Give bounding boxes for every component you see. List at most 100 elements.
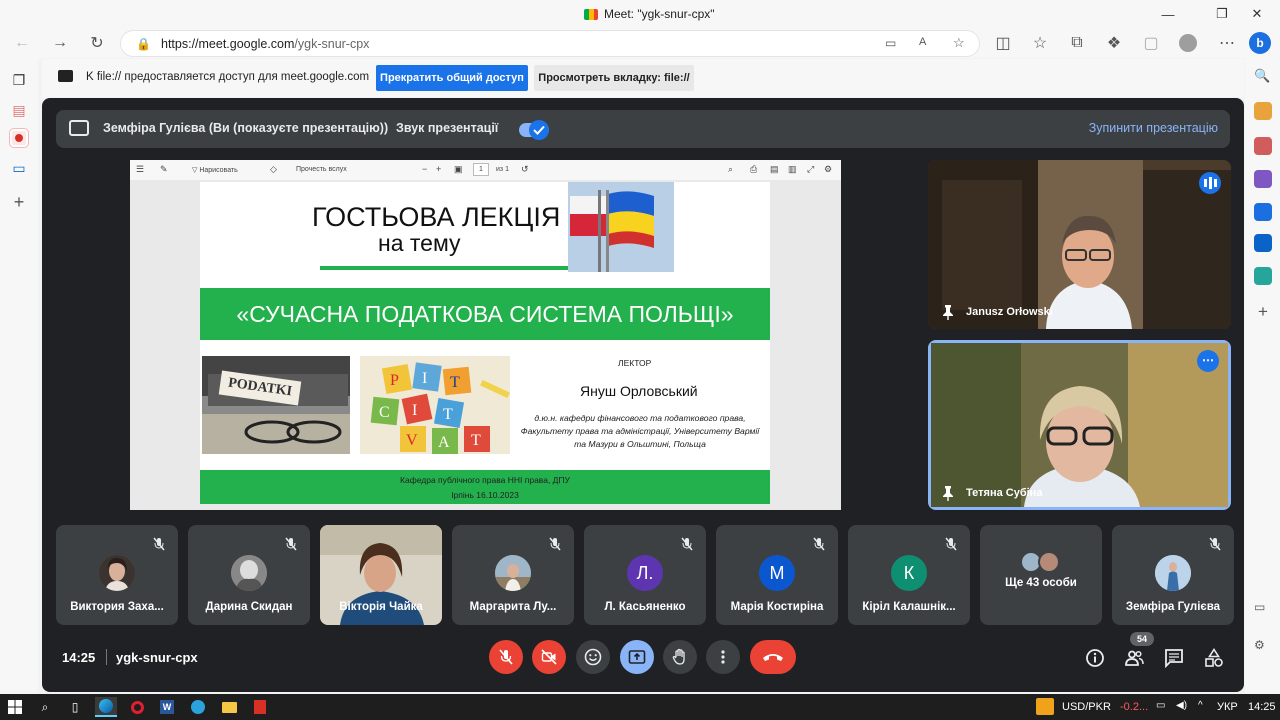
hang-up-icon <box>763 654 783 661</box>
start-windows-icon[interactable] <box>4 697 26 717</box>
share-notification-bar: K file:// предоставляется доступ для mee… <box>42 59 1244 97</box>
people-icon[interactable] <box>1124 648 1144 668</box>
speaker-tile[interactable]: ⋯ Тетяна Субіна <box>928 340 1231 510</box>
sidebar-settings-icon[interactable]: ⚙ <box>1254 638 1272 656</box>
participant-avatar <box>1155 555 1191 591</box>
view-tab-button[interactable]: Просмотреть вкладку: file:// <box>534 65 694 91</box>
stop-presentation-button[interactable]: Зупинити презентацію <box>1089 121 1218 135</box>
word-taskbar-icon[interactable]: W <box>156 697 178 717</box>
back-button[interactable]: ← <box>9 31 35 55</box>
extensions-icon[interactable]: ❖ <box>1101 31 1127 55</box>
reload-button[interactable]: ↻ <box>84 31 110 55</box>
tab-actions-icon[interactable]: ❐ <box>9 70 29 90</box>
raise-hand-button[interactable] <box>663 640 697 674</box>
participant-tile[interactable]: Л. Л. Касьяненко <box>584 525 706 625</box>
eraser-icon[interactable]: ◇ <box>270 164 277 175</box>
more-menu-icon[interactable]: ⋯ <box>1214 31 1240 55</box>
meet-tab-icon[interactable]: ▭ <box>9 158 29 178</box>
close-window-button[interactable]: ✕ <box>1234 0 1280 28</box>
screenshot-icon[interactable]: ▢ <box>1138 31 1164 55</box>
favorites-icon[interactable]: ☆ <box>1027 31 1053 55</box>
print-icon[interactable]: ⎙ <box>750 164 757 175</box>
activities-icon[interactable] <box>1204 648 1224 668</box>
outlook-icon[interactable] <box>1254 234 1272 252</box>
participant-tile[interactable]: Маргарита Лу... <box>452 525 574 625</box>
lock-icon[interactable]: 🔒 <box>136 37 151 51</box>
microsoft365-icon[interactable] <box>1254 203 1272 221</box>
telegram-taskbar-icon[interactable] <box>187 697 209 717</box>
reactions-button[interactable] <box>576 640 610 674</box>
save-icon[interactable]: ▤ <box>770 164 779 175</box>
more-options-icon[interactable]: ⋯ <box>1197 350 1219 372</box>
more-options-button[interactable] <box>706 640 740 674</box>
pin-icon[interactable] <box>940 485 956 501</box>
pdf-taskbar-icon[interactable] <box>249 697 271 717</box>
new-tab-plus-icon[interactable]: + <box>9 192 29 212</box>
taskbar-clock[interactable]: 14:25 <box>1248 701 1276 713</box>
highlight-icon[interactable]: ✎ <box>160 164 168 175</box>
address-bar[interactable]: 🔒 https://meet.google.com/ygk-snur-cpx ▭… <box>120 30 980 57</box>
podatki-image: PODATKI <box>202 356 350 454</box>
toggle-check-icon[interactable] <box>529 120 549 140</box>
edge-taskbar-icon[interactable] <box>95 697 117 717</box>
input-language[interactable]: УКР <box>1217 701 1238 713</box>
page-number-input[interactable]: 1 <box>473 163 489 176</box>
leave-call-button[interactable] <box>750 640 796 674</box>
participant-tile[interactable]: М Марія Костиріна <box>716 525 838 625</box>
recording-tab-icon[interactable] <box>9 128 29 148</box>
participant-tile[interactable]: Дарина Скидан <box>188 525 310 625</box>
pdf-search-icon[interactable]: ⌕ <box>728 164 733 175</box>
draw-button[interactable]: ▽ Нарисовать <box>192 166 238 174</box>
participant-tile[interactable]: К Кіріл Калашнік... <box>848 525 970 625</box>
rotate-icon[interactable]: ↺ <box>521 164 529 175</box>
shopping-icon[interactable] <box>1254 102 1272 120</box>
read-aloud-button[interactable]: Прочесть вслух <box>296 166 347 173</box>
add-sidebar-app-icon[interactable]: + <box>1254 303 1272 321</box>
sidebar-toggle-icon[interactable]: ▭ <box>1254 600 1272 618</box>
participant-tile[interactable]: Земфіра Гулієва <box>1112 525 1234 625</box>
games-icon[interactable] <box>1254 170 1272 188</box>
tray-chevron-icon[interactable]: ^ <box>1198 700 1203 711</box>
opera-taskbar-icon[interactable] <box>126 697 148 717</box>
meeting-details-icon[interactable] <box>1085 648 1105 668</box>
mic-toggle-button[interactable] <box>489 640 523 674</box>
save-as-icon[interactable]: ▥ <box>788 164 797 175</box>
chat-icon[interactable] <box>1164 648 1184 668</box>
read-aloud-icon[interactable]: A <box>919 36 926 48</box>
zoom-in-icon[interactable]: + <box>436 164 441 174</box>
contents-icon[interactable]: ☰ <box>136 164 144 175</box>
profile-avatar[interactable] <box>1175 31 1201 55</box>
volume-icon[interactable]: ◀) <box>1176 700 1187 711</box>
more-participants-tile[interactable]: Ще 43 особи <box>980 525 1102 625</box>
bing-copilot-icon[interactable]: b <box>1247 31 1273 55</box>
collections-icon[interactable]: ⧉ <box>1064 31 1090 55</box>
search-icon[interactable]: 🔍 <box>1254 68 1272 86</box>
participant-tile[interactable]: Вікторія Чайка <box>320 525 442 625</box>
split-screen-icon[interactable]: ◫ <box>990 31 1016 55</box>
favorite-star-icon[interactable]: ☆ <box>953 35 965 51</box>
taskbar-search-icon[interactable]: ⌕ <box>34 697 56 717</box>
pdf-settings-icon[interactable]: ⚙ <box>824 164 832 175</box>
pdf-tab-icon[interactable]: ▤ <box>9 100 29 120</box>
stop-sharing-button[interactable]: Прекратить общий доступ <box>376 65 528 91</box>
drop-icon[interactable] <box>1254 267 1272 285</box>
file-explorer-taskbar-icon[interactable] <box>218 697 240 717</box>
task-view-icon[interactable]: ▯ <box>64 697 86 717</box>
pdf-toolbar: ☰ ✎ ▽ Нарисовать ◇ Прочесть вслух − + ▣ … <box>130 160 841 180</box>
forward-button[interactable]: → <box>47 31 73 55</box>
fullscreen-icon[interactable]: ⤢ <box>807 164 814 175</box>
participant-tile[interactable]: Виктория Заха... <box>56 525 178 625</box>
speaker-tile[interactable]: Janusz Orłowski <box>928 160 1231 329</box>
zoom-out-icon[interactable]: − <box>422 164 427 174</box>
windows-taskbar: ⌕ ▯ W USD/PKR -0.2... ▭ ◀) ^ УКР 14:25 <box>0 694 1280 720</box>
camera-toggle-button[interactable] <box>532 640 566 674</box>
pin-icon[interactable] <box>940 304 956 320</box>
mic-off-icon <box>945 537 957 551</box>
present-now-button[interactable] <box>620 640 654 674</box>
fit-page-icon[interactable]: ▣ <box>454 164 463 175</box>
network-icon[interactable]: ▭ <box>1156 700 1165 711</box>
minimize-button[interactable]: — <box>1145 0 1191 28</box>
tools-icon[interactable] <box>1254 137 1272 155</box>
camera-icon[interactable]: ▭ <box>885 36 896 50</box>
ticker-symbol[interactable]: USD/PKR <box>1062 701 1111 713</box>
